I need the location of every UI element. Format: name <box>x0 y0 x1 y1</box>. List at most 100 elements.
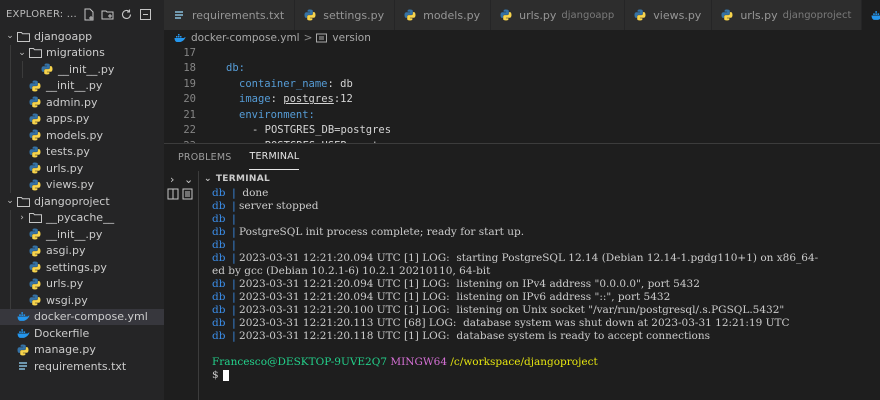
tree-label: views.py <box>46 178 95 192</box>
python-file-icon <box>28 244 42 258</box>
tree-file[interactable]: tests.py <box>0 143 164 160</box>
code-line: 19 container_name: db <box>164 76 880 92</box>
tree-file[interactable]: admin.py <box>0 94 164 111</box>
tree-file[interactable]: Dockerfile <box>0 325 164 342</box>
editor-tab[interactable]: urls.py djangoproject <box>712 0 863 30</box>
editor-tab[interactable]: docker-compo <box>862 0 880 30</box>
tree-label: admin.py <box>46 95 98 109</box>
new-file-icon[interactable] <box>81 7 96 22</box>
indent-guide <box>10 143 11 160</box>
python-file-icon <box>28 145 42 159</box>
service-separator: | <box>225 200 240 212</box>
tree-folder[interactable]: ⌄ djangoproject <box>0 193 164 210</box>
tree-file[interactable]: __init__.py <box>0 77 164 94</box>
tree-file[interactable]: settings.py <box>0 259 164 276</box>
terminal-line: db | 2023-03-31 12:21:20.094 UTC [1] LOG… <box>212 252 880 265</box>
editor-tab[interactable]: settings.py <box>295 0 396 30</box>
breadcrumb-file[interactable]: docker-compose.yml <box>191 32 300 44</box>
service-separator: | <box>225 291 240 303</box>
service-separator: | <box>225 187 240 199</box>
editor-tab[interactable]: views.py <box>625 0 713 30</box>
panel-tabs: PROBLEMS TERMINAL <box>164 144 880 170</box>
python-file-icon <box>303 8 317 22</box>
terminal-list-icon[interactable] <box>182 188 193 203</box>
tree-file[interactable]: __init__.py <box>0 61 164 78</box>
editor-tab[interactable]: models.py <box>395 0 492 30</box>
tree-file[interactable]: urls.py <box>0 160 164 177</box>
log-text: 2023-03-31 12:21:20.113 UTC [68] LOG: da… <box>239 317 790 329</box>
line-number: 17 <box>183 46 196 59</box>
breadcrumb: docker-compose.yml > version <box>164 30 880 45</box>
code-line: 18 db: <box>164 61 880 77</box>
tree-file[interactable]: views.py <box>0 176 164 193</box>
service-name: db <box>212 200 226 212</box>
tree-file[interactable]: requirements.txt <box>0 358 164 375</box>
terminal-input-line[interactable]: $ <box>212 369 880 382</box>
terminal-sidebar: › ⌄ <box>164 171 199 400</box>
editor-tab[interactable]: requirements.txt <box>164 0 296 30</box>
log-text: 2023-03-31 12:21:20.118 UTC [1] LOG: dat… <box>239 330 711 342</box>
symbol-icon <box>316 33 328 43</box>
tree-file[interactable]: manage.py <box>0 342 164 359</box>
tree-file[interactable]: docker-compose.yml <box>0 308 164 325</box>
indent-guide <box>10 110 11 127</box>
tree-file[interactable]: __init__.py <box>0 226 164 243</box>
indent-guide <box>10 275 11 292</box>
tree-file[interactable]: asgi.py <box>0 242 164 259</box>
terminal-line: db | 2023-03-31 12:21:20.094 UTC [1] LOG… <box>212 278 880 291</box>
editor-tabs: requirements.txt settings.py models.py urls… <box>164 0 880 30</box>
tree-folder[interactable]: ⌄ migrations <box>0 44 164 61</box>
service-separator: | <box>225 330 240 342</box>
indent-guide <box>10 127 11 144</box>
tree-file[interactable]: models.py <box>0 127 164 144</box>
indent-guide <box>10 242 11 259</box>
terminal-line: db | <box>212 213 880 226</box>
chevron-down-icon[interactable]: ⌄ <box>184 173 193 186</box>
code-editor[interactable]: 17 18 db: 19 container_name: db 20 image… <box>164 45 880 152</box>
terminal-output[interactable]: db | done db | server stopped db | db | Po… <box>212 187 880 400</box>
terminal-prompt: Francesco@DESKTOP-9UVE2Q7 MINGW64 /c/wor… <box>212 356 880 369</box>
tree-file[interactable]: wsgi.py <box>0 292 164 309</box>
python-file-icon <box>16 343 30 357</box>
log-text: 2023-03-31 12:21:20.094 UTC [1] LOG: lis… <box>239 291 671 303</box>
tree-label: djangoproject <box>34 194 110 208</box>
refresh-icon[interactable] <box>119 7 134 22</box>
terminal-cursor <box>222 369 229 381</box>
breadcrumb-symbol[interactable]: version <box>332 32 370 44</box>
indent-guide <box>10 61 11 78</box>
terminal-title: TERMINAL <box>215 173 270 184</box>
terminal-split-icon[interactable] <box>167 188 179 203</box>
tree-file[interactable]: urls.py <box>0 275 164 292</box>
python-file-icon <box>720 8 734 22</box>
terminal-header: ⌄ TERMINAL <box>198 171 880 186</box>
service-separator: | <box>225 239 240 251</box>
tree-label: tests.py <box>46 145 90 159</box>
new-folder-icon[interactable] <box>100 7 115 22</box>
indent-guide <box>10 209 11 226</box>
tree-file[interactable]: apps.py <box>0 110 164 127</box>
service-name: db <box>212 239 226 251</box>
folder-icon <box>16 29 30 43</box>
tab-problems[interactable]: PROBLEMS <box>178 144 231 170</box>
code-text: environment: <box>239 108 315 121</box>
chevron-right-icon[interactable]: › <box>170 173 174 186</box>
service-separator: | <box>225 226 240 238</box>
python-file-icon <box>28 293 42 307</box>
yaml-value: :12 <box>333 93 353 106</box>
tab-terminal[interactable]: TERMINAL <box>249 144 300 170</box>
terminal-line: db | 2023-03-31 12:21:20.113 UTC [68] LO… <box>212 317 880 330</box>
explorer-title: EXPLORER: ... <box>6 8 77 20</box>
collapse-icon[interactable] <box>138 7 153 22</box>
tree-label: manage.py <box>34 343 96 357</box>
tree-folder[interactable]: › __pycache__ <box>0 209 164 226</box>
chevron-down-icon[interactable]: ⌄ <box>204 174 212 184</box>
code-line: 22 - POSTGRES_DB=postgres <box>164 123 880 139</box>
tree-folder[interactable]: ⌄ djangoapp <box>0 28 164 45</box>
terminal-line: db | <box>212 239 880 252</box>
service-name: db <box>212 304 226 316</box>
python-file-icon <box>28 260 42 274</box>
tree-label: __init__.py <box>46 227 103 241</box>
tree-label: docker-compose.yml <box>34 310 148 324</box>
editor-tab[interactable]: urls.py djangoapp <box>491 0 626 30</box>
